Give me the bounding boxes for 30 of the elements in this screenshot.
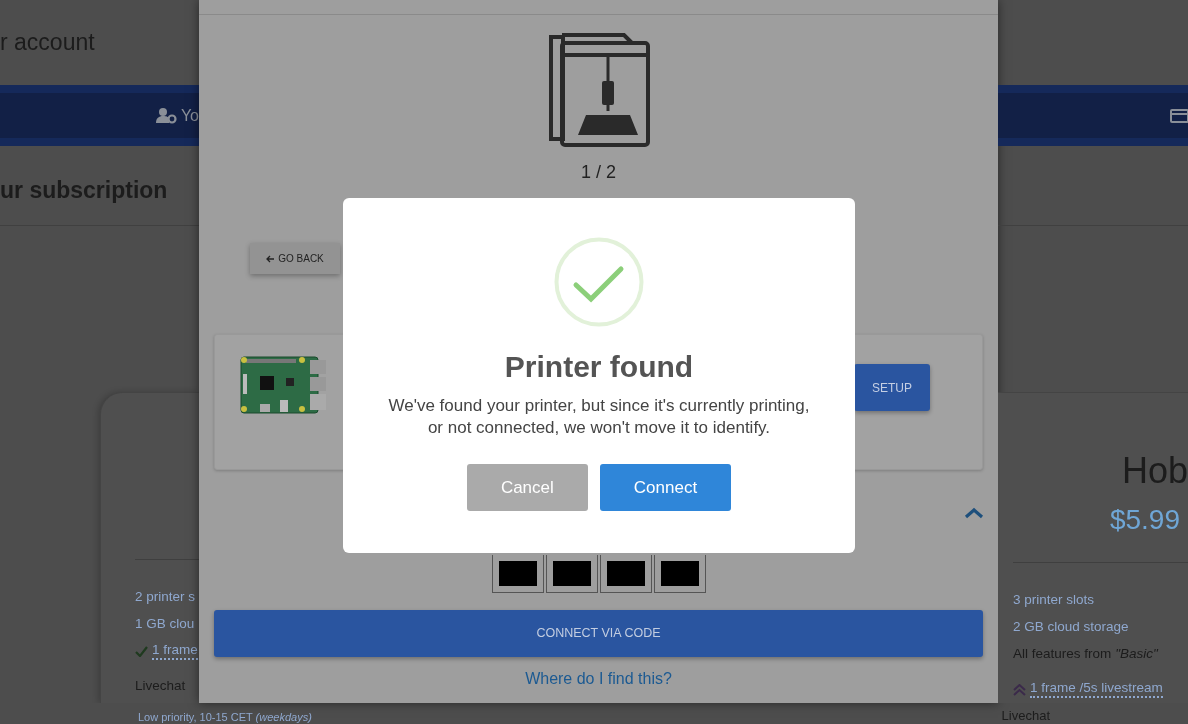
code-input-field[interactable]	[491, 555, 544, 593]
back-button[interactable]: GO BACK	[250, 243, 340, 274]
support-note: Low priority, 10-15 CET (weekdays)	[138, 710, 312, 724]
cancel-button[interactable]: Cancel	[466, 464, 588, 511]
chevron-up-icon[interactable]	[964, 506, 984, 519]
feature-text: 2 printer s	[135, 588, 197, 607]
feature-link[interactable]: 1 frame	[152, 643, 198, 660]
confirm-button[interactable]: Connect	[599, 464, 732, 511]
feature-text: 2 GB cloud storage	[1013, 618, 1130, 637]
step-counter: 1 / 2	[580, 161, 617, 183]
arrow-left-icon	[266, 254, 276, 263]
help-link[interactable]: Where do I find this?	[525, 667, 672, 691]
check-icon	[135, 646, 148, 657]
feature-text: 1 GB clou	[135, 615, 196, 634]
dialog-message: We've found your printer, but since it's currently printing, or not connected, we won't move it to identify.	[387, 395, 811, 439]
nav-item[interactable]: Yo	[155, 103, 199, 128]
user-gear-icon	[155, 107, 177, 124]
connect-via-code-button[interactable]: CONNECT VIA CODE	[214, 610, 983, 657]
code-input-field[interactable]	[653, 555, 706, 593]
code-input-field[interactable]	[599, 555, 652, 593]
plan-price: $5.99	[1108, 503, 1181, 537]
feature-text: 3 printer slots	[1013, 591, 1096, 610]
printer-icon	[547, 31, 650, 147]
code-input-field[interactable]	[545, 555, 598, 593]
setup-button[interactable]: SETUP	[854, 364, 930, 411]
success-check-icon	[554, 237, 644, 327]
double-chevron-icon	[1013, 683, 1026, 696]
credit-card-icon[interactable]	[1170, 108, 1188, 123]
dialog-title: Printer found	[504, 349, 694, 385]
feature-link[interactable]: 1 frame /5s livestream	[1030, 681, 1163, 698]
